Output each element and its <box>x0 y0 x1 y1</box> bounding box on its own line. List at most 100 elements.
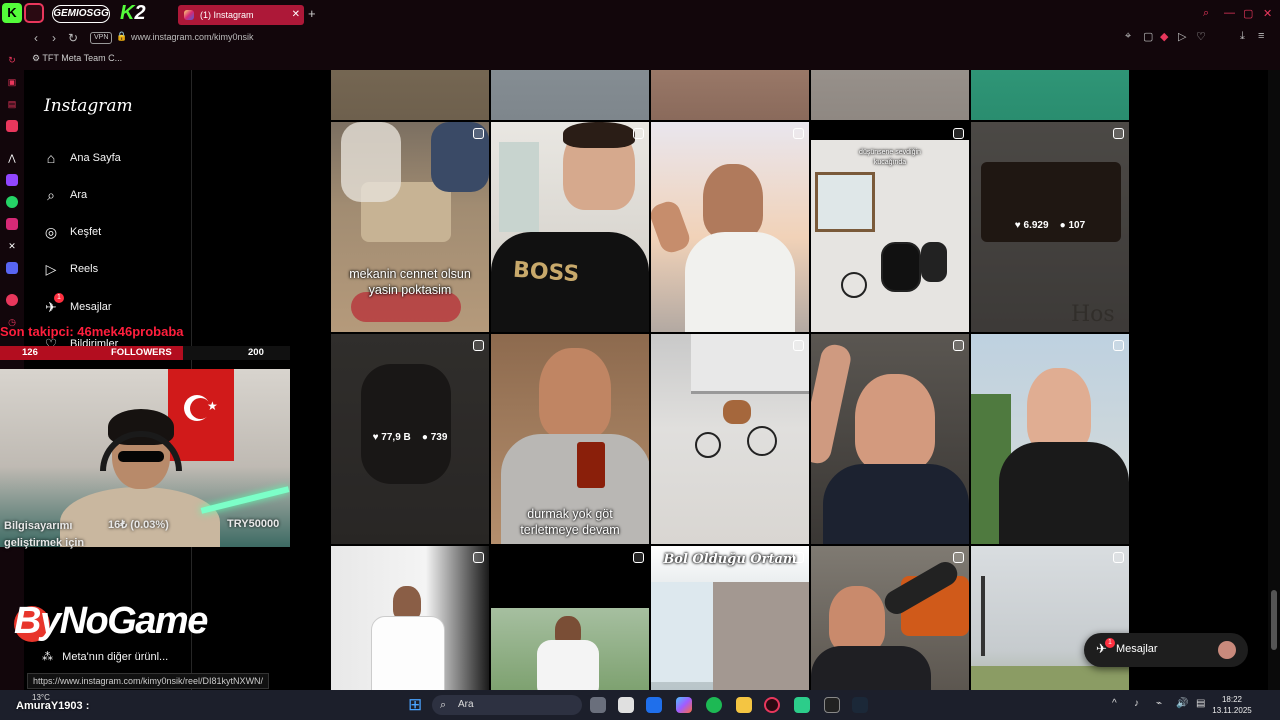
tray-overflow-icon[interactable]: ^ <box>1112 698 1117 709</box>
shield-icon[interactable]: ◆ <box>1160 30 1168 43</box>
mail-icon[interactable] <box>646 697 662 713</box>
tray-app-icon[interactable]: ♪ <box>1134 698 1139 709</box>
page-scrollbar[interactable] <box>1268 70 1280 690</box>
twitch-icon[interactable] <box>6 174 18 186</box>
post-caption-small: düşünsene sevdiğin kucağında <box>859 149 921 166</box>
donation-goal-target: TRY50000 <box>227 518 280 530</box>
menu-icon[interactable]: ≡ <box>1258 30 1264 42</box>
neon-light <box>200 486 290 514</box>
url-field[interactable]: www.instagram.com/kimy0nsik <box>131 32 254 42</box>
instagram-icon[interactable] <box>6 218 18 230</box>
steam-icon[interactable] <box>852 697 868 713</box>
post-tile[interactable]: mekanin cennet olsun yasin poktasim <box>331 122 489 332</box>
reel-icon <box>633 128 644 139</box>
nav-item-search[interactable]: ⌕ Ara <box>42 183 87 207</box>
post-tile[interactable]: BOSS <box>491 122 649 332</box>
post-tile[interactable]: durmak yok göt terletmeye devam <box>491 334 649 544</box>
vpn-badge[interactable]: VPN <box>90 32 113 44</box>
follower-goal-bar: 126 FOLLOWERS 200 <box>0 346 290 360</box>
discord-icon[interactable] <box>6 262 18 274</box>
bynogame-logo: ByNoGame <box>14 600 208 642</box>
bike-wheel <box>695 432 721 458</box>
epic-games-icon[interactable] <box>824 697 840 713</box>
windows-start-icon[interactable]: ⊞ <box>408 695 422 715</box>
messages-pill[interactable]: ✈ 1 Mesajlar <box>1084 633 1248 667</box>
forward-button[interactable]: › <box>52 31 56 45</box>
nav-item-meta-more[interactable]: ⁂ Meta'nın diğer ürünl... <box>42 650 168 663</box>
file-explorer-icon[interactable] <box>736 697 752 713</box>
nav-item-messages[interactable]: ✈ Mesajlar 1 <box>42 293 112 319</box>
post-tile[interactable]: düşünsene sevdiğin kucağında <box>811 122 969 332</box>
post-tile[interactable] <box>651 122 809 332</box>
post-tile[interactable] <box>971 70 1129 120</box>
maximize-button[interactable]: ▢ <box>1243 7 1253 20</box>
volume-icon[interactable]: 🔊 <box>1176 698 1188 709</box>
post-tile[interactable] <box>331 70 489 120</box>
post-tile[interactable]: ♥ 77,9 B ● 739 <box>331 334 489 544</box>
reel-icon <box>473 128 484 139</box>
browser-sidebar: ↻ ▣ ▤ ⋀ ✕ ◷ <box>0 28 24 692</box>
search-icon: ⌕ <box>47 187 55 204</box>
post-tile[interactable] <box>811 546 969 690</box>
sidebar-gx-icon[interactable] <box>6 120 18 132</box>
task-view-icon[interactable] <box>590 697 606 713</box>
post-tile[interactable] <box>651 70 809 120</box>
x-icon[interactable]: ✕ <box>6 240 18 252</box>
nav-item-explore[interactable]: ◎ Keşfet <box>42 220 101 244</box>
post-tile[interactable] <box>811 334 969 544</box>
copilot-icon[interactable] <box>676 697 692 713</box>
messages-label: Mesajlar <box>1116 643 1158 655</box>
comment-icon: ● <box>1059 220 1066 231</box>
post-tile[interactable] <box>811 70 969 120</box>
back-button[interactable]: ‹ <box>34 31 38 45</box>
nav-item-reels[interactable]: ▷ Reels <box>42 257 99 281</box>
instagram-logo[interactable]: Instagram <box>44 96 133 116</box>
reels-icon: ▷ <box>45 261 57 278</box>
snapshot-icon[interactable]: ▢ <box>1143 30 1153 43</box>
post-tile[interactable] <box>331 546 489 690</box>
app-icon[interactable] <box>794 697 810 713</box>
taskbar-search[interactable]: ⌕ Ara <box>432 695 582 715</box>
post-tile[interactable]: Hos ♥ 6.929 ● 107 <box>971 122 1129 332</box>
taskbar-clock[interactable]: 18:22 13.11.2025 <box>1212 694 1252 716</box>
clock-time: 18:22 <box>1221 695 1243 704</box>
download-icon[interactable]: ⤓ <box>1240 30 1245 43</box>
close-icon[interactable]: ✕ <box>292 5 300 25</box>
opera-gx-taskbar-icon[interactable] <box>764 697 780 713</box>
reload-button[interactable]: ↻ <box>68 31 78 45</box>
new-tab-button[interactable]: + <box>308 6 316 21</box>
network-icon[interactable]: ▤ <box>1196 698 1205 709</box>
post-tile[interactable]: Bol Olduğu Ortam <box>651 546 809 690</box>
nav-item-home[interactable]: ⌂ Ana Sayfa <box>42 146 121 170</box>
sidebar-refresh-icon[interactable]: ↻ <box>6 54 18 66</box>
post-tile[interactable] <box>491 70 649 120</box>
post-tile[interactable] <box>971 334 1129 544</box>
browser-tab-instagram[interactable]: (1) Instagram ✕ <box>178 5 304 25</box>
notepad-icon[interactable] <box>618 697 634 713</box>
sidebar-arrow-icon[interactable]: ⋀ <box>6 152 18 164</box>
post-tile[interactable] <box>971 546 1129 690</box>
sidebar-bag-icon[interactable]: ▣ <box>6 76 18 88</box>
bookmark-tft-meta[interactable]: ⚙ TFT Meta Team C... <box>32 53 122 64</box>
play-icon[interactable]: ▷ <box>1178 30 1186 43</box>
nav-label: Keşfet <box>70 226 102 238</box>
microphone-icon[interactable]: ⌁ <box>1156 698 1162 709</box>
search-icon[interactable]: ⌕ <box>1203 7 1209 20</box>
opera-gx-icon[interactable] <box>24 3 44 23</box>
close-window-button[interactable]: ✕ <box>1263 7 1272 20</box>
spotify-icon[interactable] <box>706 697 722 713</box>
kick-app-icon[interactable]: K <box>2 3 22 23</box>
heart-icon[interactable]: ♡ <box>1196 30 1206 43</box>
post-tile[interactable] <box>651 334 809 544</box>
scrollbar-thumb[interactable] <box>1271 590 1277 650</box>
post-tile[interactable] <box>491 546 649 690</box>
post-caption: mekanin cennet olsun yasin poktasim <box>349 267 471 297</box>
pin-icon[interactable]: ⌖ <box>1125 30 1131 43</box>
sidebar-chat-icon[interactable]: ▤ <box>6 98 18 110</box>
minimize-button[interactable]: — <box>1224 7 1235 19</box>
whatsapp-icon[interactable] <box>6 196 18 208</box>
lock-icon: 🔒 <box>116 31 128 41</box>
reel-icon <box>953 128 964 139</box>
comment-count: 739 <box>430 432 448 443</box>
music-icon[interactable] <box>6 294 18 306</box>
